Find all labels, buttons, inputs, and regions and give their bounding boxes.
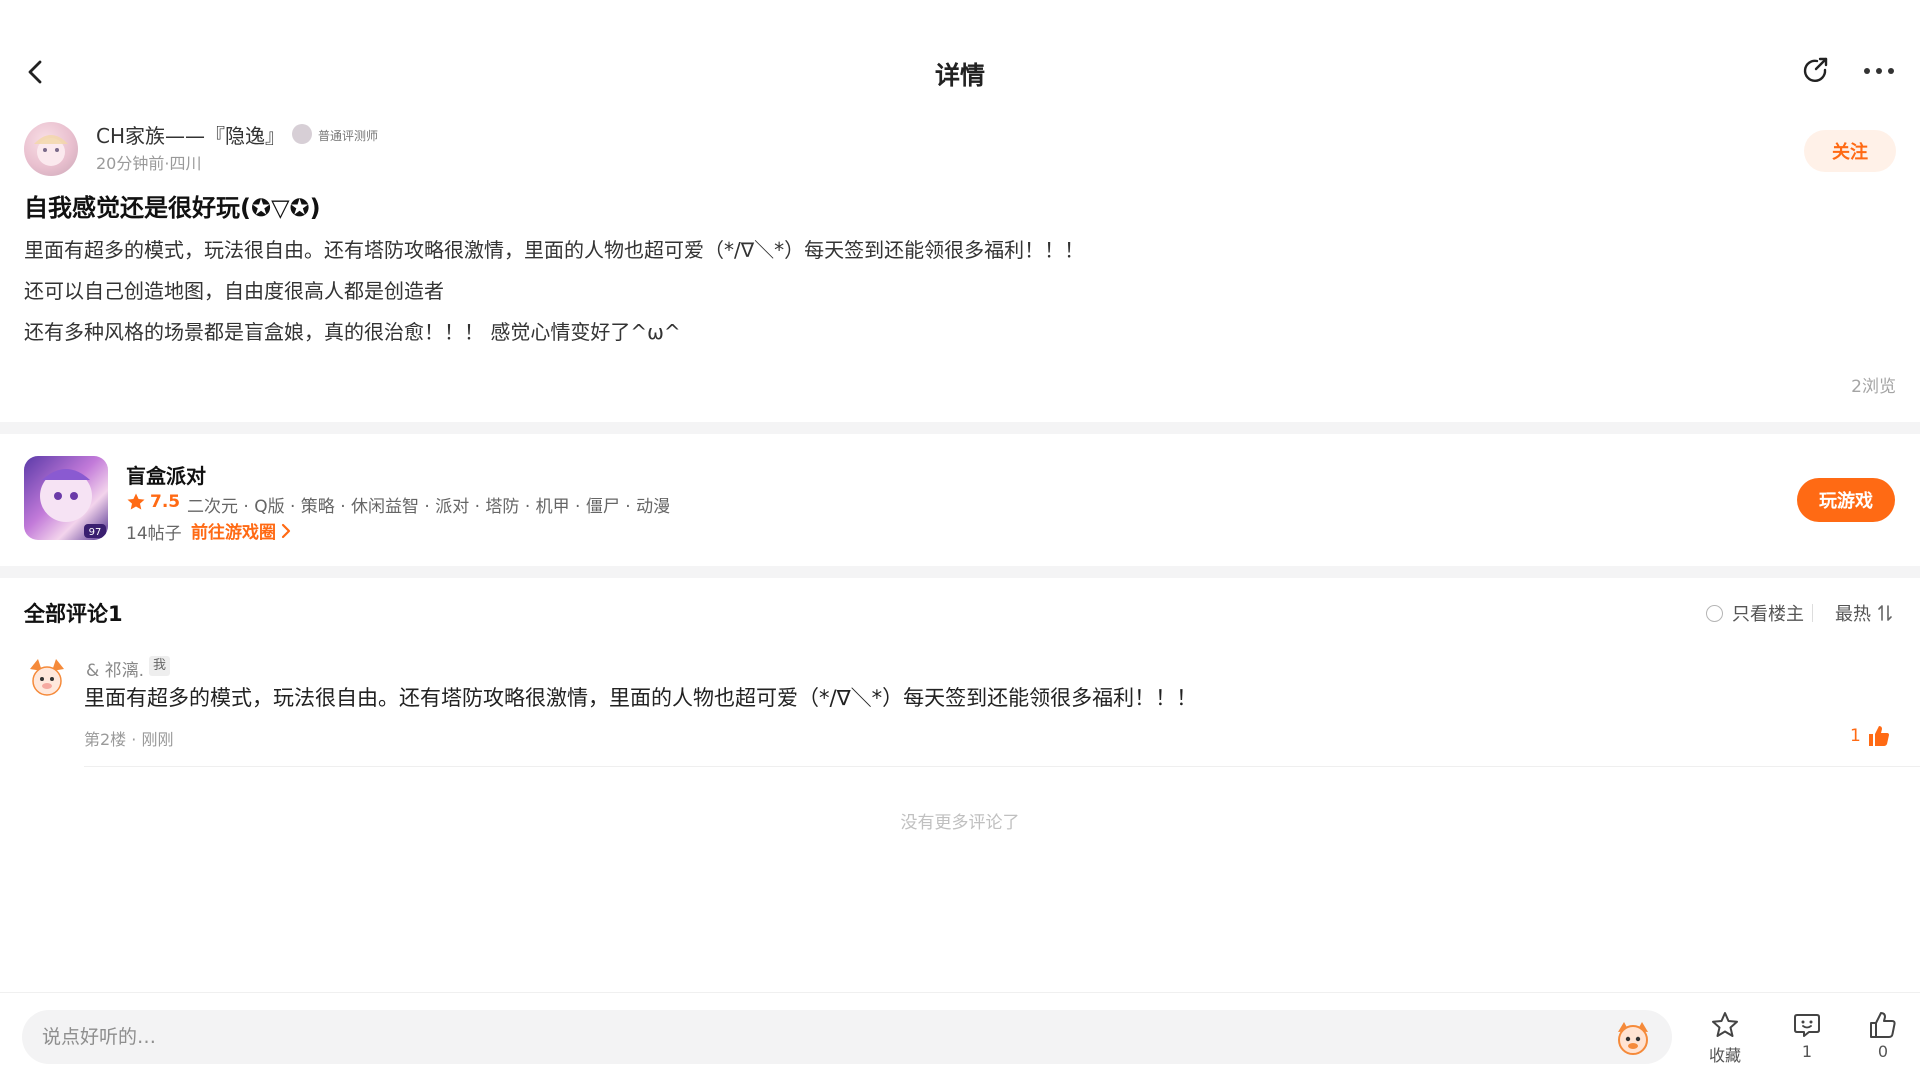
comments-header: 全部评论1 xyxy=(24,602,123,626)
author-avatar[interactable] xyxy=(24,122,78,176)
reviewer-badge-label: 普通评测师 xyxy=(318,129,379,143)
game-icon[interactable]: 97 xyxy=(24,456,108,540)
share-button[interactable] xyxy=(1794,48,1840,94)
only-op-toggle[interactable]: 只看楼主 xyxy=(1706,600,1804,626)
game-tags: 二次元 · Q版 · 策略 · 休闲益智 · 派对 · 塔防 · 机甲 · 僵尸… xyxy=(187,497,671,517)
svg-text:97: 97 xyxy=(89,527,102,538)
game-circle-link-label: 前往游戏圈 xyxy=(191,523,276,543)
avatar-illustration xyxy=(34,135,68,166)
sort-label: 最热 xyxy=(1835,604,1871,625)
page-title: 详情 xyxy=(934,61,985,90)
me-tag: 我 xyxy=(149,656,171,676)
post-time-location: 20分钟前·四川 xyxy=(96,154,202,173)
game-post-count: 14帖子 xyxy=(126,524,182,544)
chevron-right-icon xyxy=(281,523,291,538)
reviewer-badge-icon xyxy=(292,124,312,144)
avatar-illustration xyxy=(30,659,64,696)
thumbs-up-outline-icon xyxy=(1870,1012,1896,1038)
game-icon-art: 97 xyxy=(40,469,106,538)
emoji-button[interactable] xyxy=(1612,1016,1654,1058)
comment-like-button[interactable]: 1 xyxy=(1850,724,1891,748)
more-button[interactable] xyxy=(1856,48,1902,94)
only-op-label: 只看楼主 xyxy=(1732,604,1804,625)
favorite-button[interactable]: 收藏 xyxy=(1690,1010,1760,1066)
like-button[interactable]: 0 xyxy=(1848,1010,1918,1061)
game-name[interactable]: 盲盒派对 xyxy=(126,460,206,489)
like-count: 0 xyxy=(1877,1042,1889,1061)
comment-button[interactable]: 1 xyxy=(1772,1010,1842,1061)
sort-separator xyxy=(1812,604,1813,622)
more-dot-icon xyxy=(1876,68,1882,74)
author-name[interactable]: CH家族——『隐逸』 xyxy=(96,120,285,149)
follow-button[interactable]: 关注 xyxy=(1804,130,1896,172)
post-body-line: 里面有超多的模式，玩法很自由。还有塔防攻略很激情，里面的人物也超可爱（*/∇＼*… xyxy=(24,238,1085,262)
more-dot-icon xyxy=(1864,68,1870,74)
star-outline-icon xyxy=(1712,1012,1738,1037)
post-body-line: 还有多种风格的场景都是盲盒娘，真的很治愈！！！ 感觉心情变好了^ω^ xyxy=(24,320,681,344)
post-title: 自我感觉还是很好玩(✪▽✪) xyxy=(24,194,321,222)
post-body-line: 还可以自己创造地图，自由度很高人都是创造者 xyxy=(24,279,444,303)
comment-avatar[interactable] xyxy=(24,655,70,701)
play-game-button[interactable]: 玩游戏 xyxy=(1797,478,1895,522)
mascot-emoji-icon xyxy=(1618,1022,1648,1055)
comment-count: 1 xyxy=(1801,1042,1813,1061)
favorite-label: 收藏 xyxy=(1708,1046,1741,1065)
radio-icon xyxy=(1706,604,1723,622)
more-dot-icon xyxy=(1888,68,1894,74)
section-divider xyxy=(0,566,1920,578)
comment-divider xyxy=(84,766,1920,767)
commenter-name[interactable]: & 祁漓. xyxy=(86,656,144,681)
share-icon xyxy=(1803,57,1828,82)
game-score: 7.5 xyxy=(150,492,181,512)
comment-like-count: 1 xyxy=(1850,726,1861,746)
section-divider xyxy=(0,422,1920,434)
sort-icon xyxy=(1878,605,1892,621)
star-icon xyxy=(127,493,145,510)
comment-icon xyxy=(1794,1014,1820,1037)
thumbs-up-icon xyxy=(1868,726,1889,746)
comment-meta: 第2楼 · 刚刚 xyxy=(84,730,174,749)
top-bar xyxy=(0,0,1920,110)
game-circle-link[interactable]: 前往游戏圈 xyxy=(191,518,292,543)
view-count: 2浏览 xyxy=(1851,377,1896,397)
comment-text: 里面有超多的模式，玩法很自由。还有塔防攻略很激情，里面的人物也超可爱（*/∇＼*… xyxy=(84,686,1198,710)
no-more-comments: 没有更多评论了 xyxy=(900,813,1020,833)
sort-button[interactable]: 最热 xyxy=(1835,600,1893,626)
comment-input[interactable] xyxy=(22,1010,1672,1064)
